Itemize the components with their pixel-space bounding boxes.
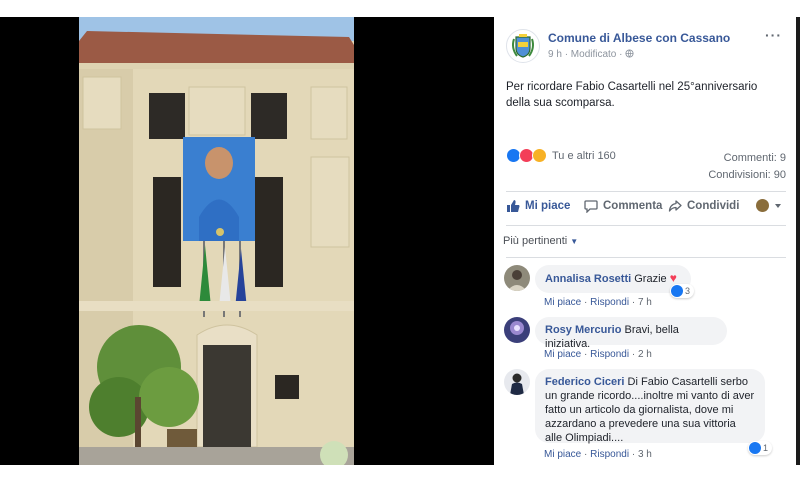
coat-of-arms-icon <box>512 34 534 58</box>
comment-item: Annalisa Rosetti Grazie ♥ 3 Mi piace · R… <box>504 265 789 309</box>
comment-time[interactable]: 3 h <box>638 449 652 460</box>
more-options-button[interactable]: ··· <box>765 27 782 43</box>
share-arrow-icon <box>668 200 682 212</box>
comment-reaction-count: 3 <box>685 286 691 296</box>
comment-bubble: Rosy Mercurio Bravi, bella iniziativa. <box>535 317 727 350</box>
divider <box>506 257 786 258</box>
photo-viewer <box>0 17 494 465</box>
heart-icon: ♥ <box>669 271 677 285</box>
comment-like-link[interactable]: Mi piace <box>544 449 581 460</box>
comments-count[interactable]: Commenti: 9 <box>708 150 786 167</box>
commenter-avatar[interactable] <box>504 265 530 291</box>
like-label: Mi piace <box>525 200 571 212</box>
comment-filter[interactable]: Più pertinenti ▼ <box>503 235 578 247</box>
comment-reactions[interactable]: 3 <box>670 284 695 298</box>
comment-like-link[interactable]: Mi piace <box>544 297 581 308</box>
comment-item: Federico Ciceri Di Fabio Casartelli serb… <box>504 369 789 465</box>
commenter-avatar[interactable] <box>504 317 530 343</box>
caret-down-icon: ▼ <box>570 237 579 246</box>
reaction-icons[interactable] <box>506 148 550 164</box>
comment-time[interactable]: 7 h <box>638 297 652 308</box>
like-thumb-icon <box>507 200 520 212</box>
filter-label: Più pertinenti <box>503 235 568 247</box>
comment-bubble-icon <box>584 200 598 213</box>
reaction-selector[interactable] <box>756 199 782 212</box>
comment-bubble: Annalisa Rosetti Grazie ♥ <box>535 265 691 293</box>
page-avatar[interactable] <box>506 29 540 63</box>
post-photo[interactable] <box>79 17 354 465</box>
comment-label: Commenta <box>603 200 663 212</box>
post-header: Comune di Albese con Cassano 9 h · Modif… <box>506 27 786 69</box>
profile-mini-icon <box>756 199 769 212</box>
comment-time[interactable]: 2 h <box>638 349 652 360</box>
comment-actions: Mi piace · Rispondi · 7 h <box>544 297 652 308</box>
commenter-avatar[interactable] <box>504 369 530 395</box>
comment-text: Grazie <box>634 273 667 285</box>
post-text: Per ricordare Fabio Casartelli nel 25°an… <box>506 81 758 109</box>
shares-count[interactable]: Condivisioni: 90 <box>708 167 786 184</box>
comment-button[interactable]: Commenta <box>584 199 662 213</box>
globe-icon <box>625 49 634 58</box>
comment-actions: Mi piace · Rispondi · 3 h <box>544 449 652 460</box>
comment-item: Rosy Mercurio Bravi, bella iniziativa. M… <box>504 317 789 361</box>
commenter-name[interactable]: Annalisa Rosetti <box>545 273 631 285</box>
post-meta: 9 h · Modificato · <box>548 49 634 60</box>
post-panel: Comune di Albese con Cassano 9 h · Modif… <box>494 17 796 465</box>
comment-reply-link[interactable]: Rispondi <box>590 297 629 308</box>
like-reaction-icon <box>671 285 683 297</box>
edited-label[interactable]: Modificato <box>571 49 617 60</box>
like-reaction-icon <box>749 442 761 454</box>
reactions-summary: Tu e altri 160 Commenti: 9 Condivisioni:… <box>506 148 786 184</box>
window-edge <box>796 17 800 465</box>
building-photo <box>79 17 354 465</box>
comment-reaction-count: 1 <box>763 443 769 453</box>
commenter-name[interactable]: Rosy Mercurio <box>545 324 621 336</box>
divider <box>506 191 786 192</box>
comment-bubble: Federico Ciceri Di Fabio Casartelli serb… <box>535 369 765 444</box>
share-button[interactable]: Condividi <box>668 199 739 213</box>
like-button[interactable]: Mi piace <box>506 199 570 213</box>
reactions-text[interactable]: Tu e altri 160 <box>552 150 616 162</box>
share-label: Condividi <box>687 200 740 212</box>
caret-down-icon <box>775 203 781 208</box>
care-reaction-icon <box>532 148 547 163</box>
comment-like-link[interactable]: Mi piace <box>544 349 581 360</box>
comment-reply-link[interactable]: Rispondi <box>590 449 629 460</box>
engagement-counts: Commenti: 9 Condivisioni: 90 <box>708 150 786 184</box>
comment-reply-link[interactable]: Rispondi <box>590 349 629 360</box>
post-time[interactable]: 9 h <box>548 49 562 60</box>
comment-reactions[interactable]: 1 <box>748 441 773 455</box>
commenter-name[interactable]: Federico Ciceri <box>545 376 624 388</box>
page-name[interactable]: Comune di Albese con Cassano <box>548 31 730 45</box>
post-actions: Mi piace Commenta Condividi <box>506 197 786 219</box>
divider <box>506 225 786 226</box>
comment-actions: Mi piace · Rispondi · 2 h <box>544 349 652 360</box>
